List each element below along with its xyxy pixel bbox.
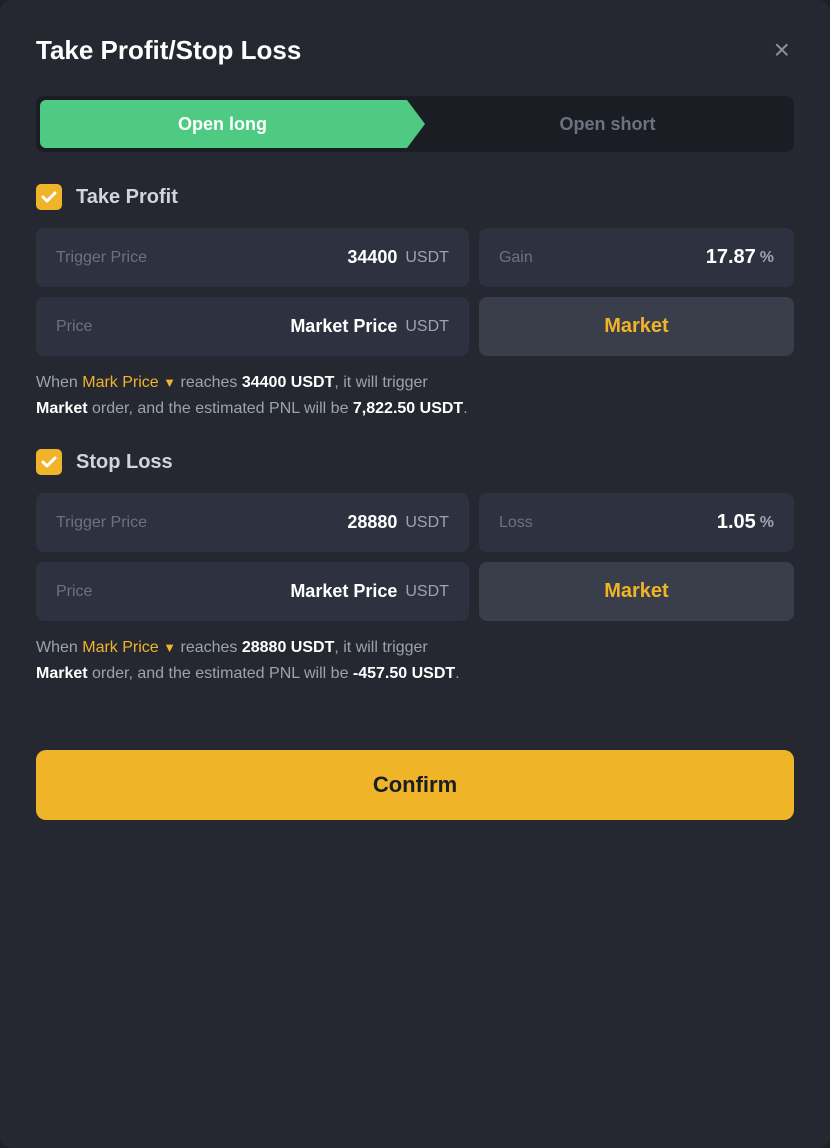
stop-loss-price-row: Price Market Price USDT Market [36,562,794,621]
tab-open-short[interactable]: Open short [425,100,790,148]
confirm-button[interactable]: Confirm [36,750,794,820]
stop-loss-loss-value: 1.05 % [717,511,774,534]
stop-loss-description: When Mark Price ▼ reaches 28880 USDT, it… [36,635,794,686]
stop-loss-label: Stop Loss [76,451,173,474]
take-profit-price-field[interactable]: Price Market Price USDT [36,297,469,356]
modal-title: Take Profit/Stop Loss [36,35,301,66]
take-profit-description: When Mark Price ▼ reaches 34400 USDT, it… [36,370,794,421]
modal-header: Take Profit/Stop Loss × [36,32,794,68]
tab-switcher: Open long Open short [36,96,794,152]
stop-loss-header: Stop Loss [36,449,794,475]
take-profit-label: Take Profit [76,186,178,209]
take-profit-price-row: Price Market Price USDT Market [36,297,794,356]
take-profit-gain-label: Gain [499,249,533,267]
stop-loss-trigger-field[interactable]: Trigger Price 28880 USDT [36,493,469,552]
stop-loss-trigger-label: Trigger Price [56,514,147,532]
take-profit-trigger-label: Trigger Price [56,249,147,267]
stop-loss-loss-label: Loss [499,514,533,532]
take-profit-gain-field[interactable]: Gain 17.87 % [479,228,794,287]
close-button[interactable]: × [770,32,794,68]
take-profit-header: Take Profit [36,184,794,210]
take-profit-price-value: Market Price USDT [290,316,449,337]
stop-loss-price-value: Market Price USDT [290,581,449,602]
take-profit-market-label: Market [604,315,668,338]
stop-loss-market-button[interactable]: Market [479,562,794,621]
take-profit-section: Take Profit Trigger Price 34400 USDT Gai… [36,184,794,421]
stop-loss-price-label: Price [56,583,92,601]
take-profit-gain-value: 17.87 % [706,246,774,269]
stop-loss-section: Stop Loss Trigger Price 28880 USDT Loss … [36,449,794,686]
stop-loss-checkbox[interactable] [36,449,62,475]
take-profit-checkbox[interactable] [36,184,62,210]
take-profit-trigger-value: 34400 USDT [347,247,449,268]
take-profit-market-button[interactable]: Market [479,297,794,356]
stop-loss-price-field[interactable]: Price Market Price USDT [36,562,469,621]
stop-loss-trigger-row: Trigger Price 28880 USDT Loss 1.05 % [36,493,794,552]
tab-open-long[interactable]: Open long [40,100,425,148]
stop-loss-market-label: Market [604,580,668,603]
take-profit-trigger-field[interactable]: Trigger Price 34400 USDT [36,228,469,287]
stop-loss-trigger-value: 28880 USDT [347,512,449,533]
take-profit-price-label: Price [56,318,92,336]
stop-loss-loss-field[interactable]: Loss 1.05 % [479,493,794,552]
modal-container: Take Profit/Stop Loss × Open long Open s… [0,0,830,1148]
take-profit-trigger-row: Trigger Price 34400 USDT Gain 17.87 % [36,228,794,287]
